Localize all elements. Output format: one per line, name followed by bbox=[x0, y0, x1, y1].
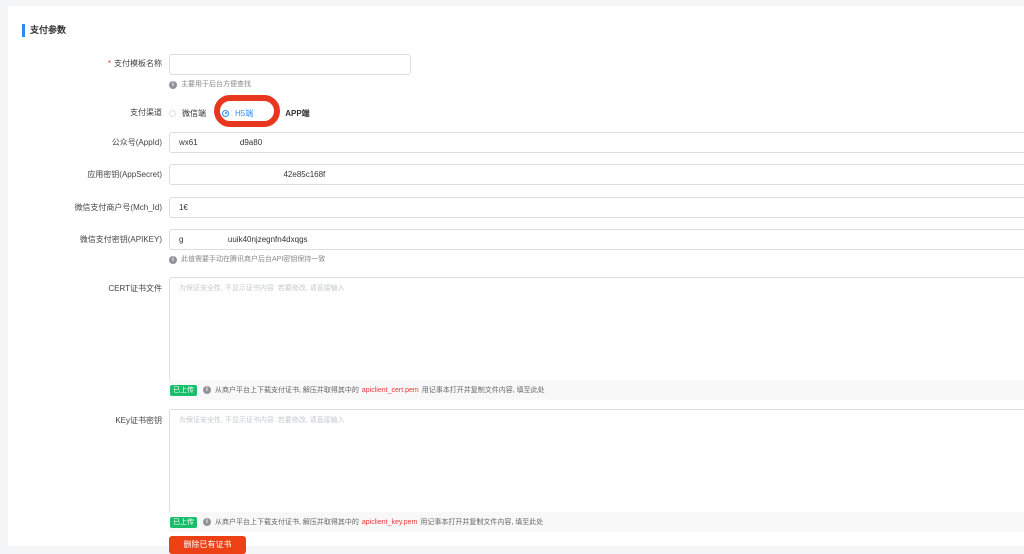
apikey-input[interactable] bbox=[169, 229, 1024, 250]
channel-label: 支付渠道 bbox=[130, 108, 162, 117]
cert-textarea[interactable] bbox=[169, 277, 1024, 381]
key-upload-bar: 已上传 i 从商户平台上下载支付证书, 解压并取得其中的 apiclient_k… bbox=[169, 512, 1024, 532]
radio-h5[interactable]: H5端 bbox=[222, 108, 253, 119]
info-icon: i bbox=[169, 81, 177, 89]
template-name-label: * 支付模板名称 bbox=[107, 59, 162, 68]
key-file-name: apiclient_key.pem bbox=[361, 518, 418, 526]
apikey-hint: i 此值需要手动在腾讯商户后台API密钥保持一致 bbox=[169, 255, 325, 265]
cert-file-name: apiclient_cert.pem bbox=[361, 386, 419, 394]
template-name-input[interactable] bbox=[169, 54, 411, 75]
section-title: 支付参数 bbox=[22, 24, 66, 37]
apikey-label: 微信支付密钥(APIKEY) bbox=[79, 235, 162, 244]
key-uploaded-badge: 已上传 bbox=[170, 516, 197, 528]
cert-uploaded-badge: 已上传 bbox=[170, 384, 197, 396]
radio-wechat[interactable]: 微信端 bbox=[169, 108, 206, 119]
cert-upload-bar: 已上传 i 从商户平台上下载支付证书, 解压并取得其中的 apiclient_c… bbox=[169, 380, 1024, 400]
key-label: KEy证书密钥 bbox=[115, 416, 162, 425]
cert-label: CERT证书文件 bbox=[108, 284, 162, 293]
appid-label: 公众号(AppId) bbox=[111, 138, 162, 147]
radio-app[interactable]: APP端 bbox=[285, 108, 309, 119]
channel-radio-group: 微信端 H5端 APP端 bbox=[169, 107, 318, 119]
mch-id-input[interactable] bbox=[169, 197, 1024, 218]
mch-id-label: 微信支付商户号(Mch_Id) bbox=[74, 203, 162, 212]
info-icon: i bbox=[203, 518, 211, 526]
info-icon: i bbox=[169, 256, 177, 264]
required-mark: * bbox=[107, 59, 111, 68]
payment-params-panel: 支付参数 * 支付模板名称 i 主要用于后台方便查找 支付渠道 微信端 H5端 AP… bbox=[8, 6, 1024, 554]
key-textarea[interactable] bbox=[169, 409, 1024, 513]
radio-checked-icon bbox=[222, 109, 229, 117]
appid-input[interactable] bbox=[169, 132, 1024, 153]
appsecret-input[interactable] bbox=[169, 164, 1024, 185]
radio-circle-icon bbox=[169, 109, 176, 117]
template-name-hint: i 主要用于后台方便查找 bbox=[169, 80, 251, 90]
delete-cert-button[interactable]: 删除已有证书 bbox=[169, 536, 246, 554]
info-icon: i bbox=[203, 386, 211, 394]
appsecret-label: 应用密钥(AppSecret) bbox=[87, 170, 162, 179]
